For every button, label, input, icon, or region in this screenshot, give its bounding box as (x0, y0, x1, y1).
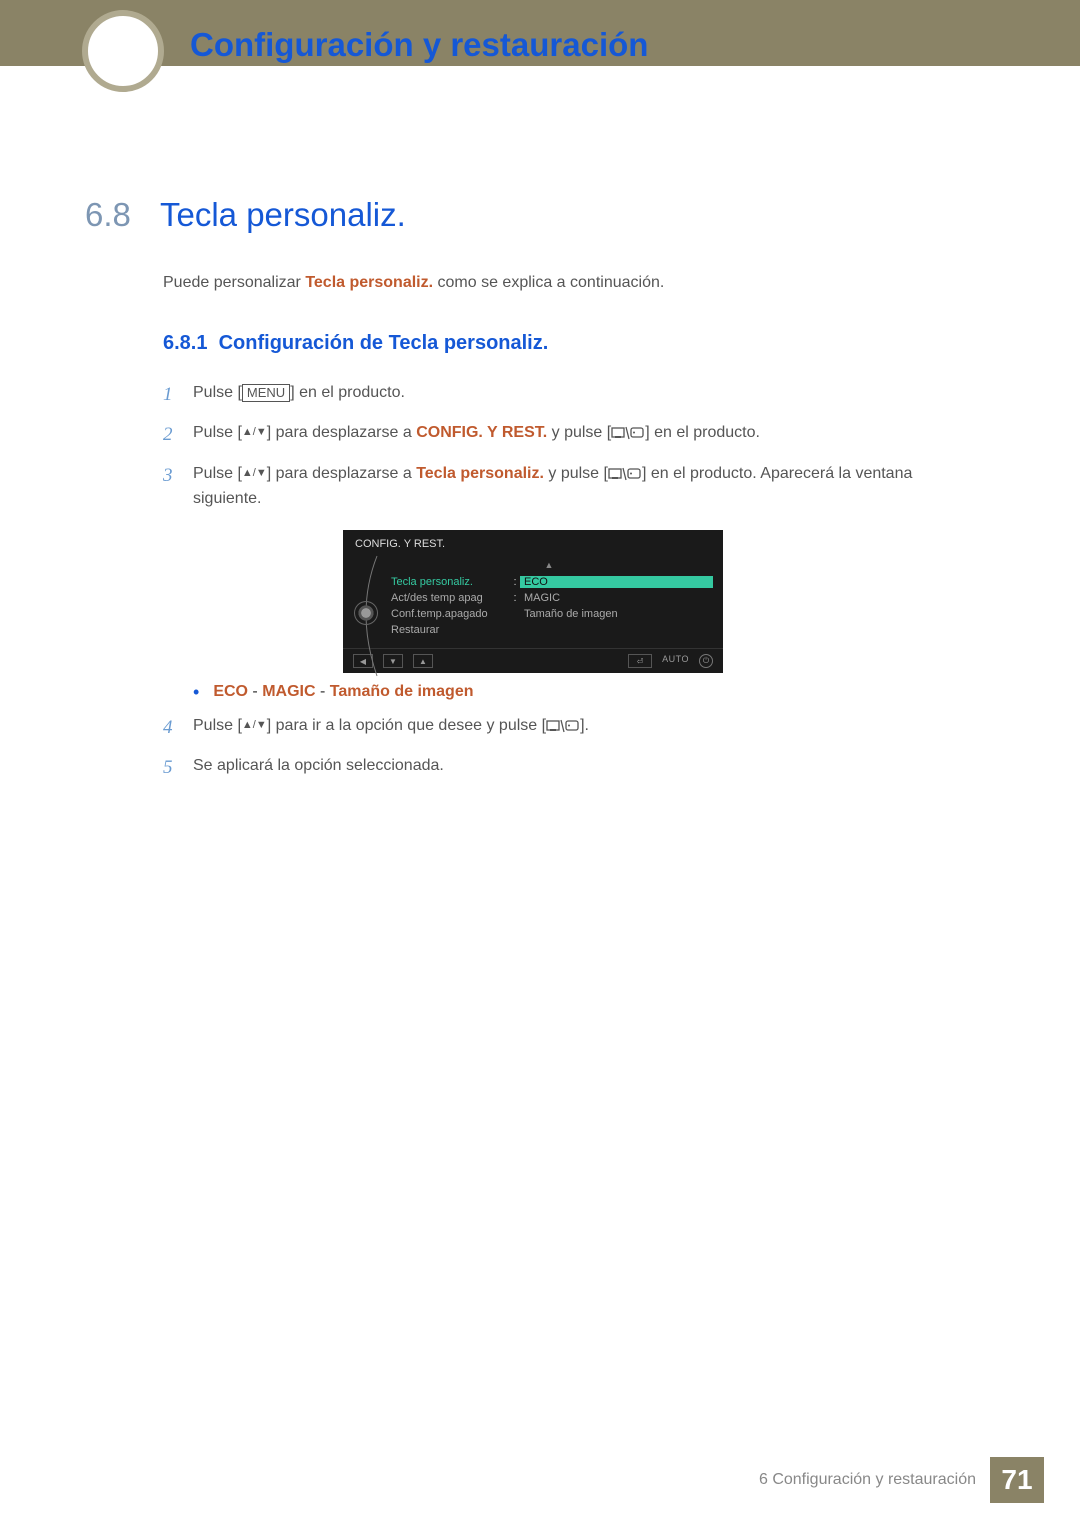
osd-row: Restaurar (385, 622, 713, 638)
step-number: 2 (163, 420, 193, 450)
text: ] para ir a la opción que desee y pulse … (267, 717, 546, 734)
option: ECO (213, 683, 248, 700)
bold-term: Tecla personaliz. (416, 465, 544, 482)
text: y pulse [ (544, 465, 608, 482)
step-1: 1 Pulse [MENU] en el producto. (163, 380, 985, 410)
step-text: Pulse [MENU] en el producto. (193, 380, 985, 406)
text: Pulse [ (193, 465, 242, 482)
up-down-arrow-icon: ▲/▼ (242, 424, 267, 442)
step-text: Pulse [▲/▼] para desplazarse a CONFIG. Y… (193, 420, 985, 446)
step-3: 3 Pulse [▲/▼] para desplazarse a Tecla p… (163, 461, 985, 512)
up-icon: ▲ (413, 654, 433, 668)
option: Tamaño de imagen (330, 683, 474, 700)
step-2: 2 Pulse [▲/▼] para desplazarse a CONFIG.… (163, 420, 985, 450)
menu-button-icon: MENU (242, 384, 290, 402)
osd-value-highlight: ECO (520, 576, 713, 588)
osd-label: Restaurar (385, 624, 510, 636)
step-number: 5 (163, 753, 193, 783)
step-5: 5 Se aplicará la opción seleccionada. (163, 753, 985, 783)
osd-value: Tamaño de imagen (520, 608, 713, 620)
colon: : (510, 592, 520, 604)
chapter-badge (82, 10, 164, 92)
text: Pulse [ (193, 717, 242, 734)
source-enter-icon (608, 461, 642, 487)
up-down-arrow-icon: ▲/▼ (242, 717, 267, 735)
osd-title: CONFIG. Y REST. (343, 536, 723, 558)
osd-label: Conf.temp.apagado (385, 608, 510, 620)
step-number: 1 (163, 380, 193, 410)
step-text: Pulse [▲/▼] para ir a la opción que dese… (193, 713, 985, 739)
chapter-title: Configuración y restauración (190, 26, 648, 64)
step-text: Pulse [▲/▼] para desplazarse a Tecla per… (193, 461, 985, 512)
footer: 6 Configuración y restauración 71 (759, 1457, 1044, 1503)
bullet-icon: • (193, 683, 199, 701)
subsection-number: 6.8.1 (163, 332, 207, 354)
sep: - (316, 683, 330, 700)
osd-body: ▲ Tecla personaliz. : ECO Act/des temp a… (343, 558, 723, 648)
footer-chapter-text: 6 Configuración y restauración (759, 1471, 976, 1489)
option: MAGIC (262, 683, 315, 700)
colon: : (510, 576, 520, 588)
osd-value: MAGIC (520, 592, 713, 604)
section-number: 6.8 (85, 196, 160, 234)
auto-label: AUTO (662, 654, 689, 668)
step-number: 3 (163, 461, 193, 491)
text: ] en el producto. (645, 424, 760, 441)
source-enter-icon (546, 713, 580, 739)
osd-menu: ▲ Tecla personaliz. : ECO Act/des temp a… (385, 558, 713, 638)
section-title: Tecla personaliz. (160, 196, 406, 234)
intro-prefix: Puede personalizar (163, 274, 305, 291)
osd-nav-right: ⏎ AUTO ⏻ (628, 654, 713, 668)
step-number: 4 (163, 713, 193, 743)
text: ] para desplazarse a (267, 424, 416, 441)
intro-suffix: como se explica a continuación. (433, 274, 664, 291)
osd-row-selected: Tecla personaliz. : ECO (385, 574, 713, 590)
up-arrow-icon: ▲ (385, 560, 713, 570)
up-down-arrow-icon: ▲/▼ (242, 465, 267, 483)
options-bullet: • ECO - MAGIC - Tamaño de imagen (193, 683, 985, 701)
subsection-title: Configuración de Tecla personaliz. (219, 332, 549, 354)
osd-row: Act/des temp apag : MAGIC (385, 590, 713, 606)
options-text: ECO - MAGIC - Tamaño de imagen (213, 683, 473, 701)
subsection-heading: 6.8.1 Configuración de Tecla personaliz. (163, 332, 985, 355)
bold-term: CONFIG. Y REST. (416, 424, 547, 441)
intro-bold: Tecla personaliz. (305, 274, 433, 291)
sep: - (248, 683, 262, 700)
page-content: 6.8 Tecla personaliz. Puede personalizar… (0, 66, 1080, 784)
step-4: 4 Pulse [▲/▼] para ir a la opción que de… (163, 713, 985, 743)
header-bar: Configuración y restauración (0, 0, 1080, 66)
power-icon: ⏻ (699, 654, 713, 668)
text: ]. (580, 717, 589, 734)
text: ] en el producto. (290, 384, 405, 401)
section-heading: 6.8 Tecla personaliz. (85, 196, 985, 234)
osd-label: Act/des temp apag (385, 592, 510, 604)
step-text: Se aplicará la opción seleccionada. (193, 753, 985, 779)
osd-row: Conf.temp.apagado Tamaño de imagen (385, 606, 713, 622)
osd-nav-bar: ◀ ▼ ▲ ⏎ AUTO ⏻ (343, 648, 723, 673)
text: y pulse [ (547, 424, 611, 441)
text: Pulse [ (193, 384, 242, 401)
osd-arc (353, 558, 385, 638)
intro-paragraph: Puede personalizar Tecla personaliz. com… (163, 274, 985, 292)
steps-list: 1 Pulse [MENU] en el producto. 2 Pulse [… (163, 380, 985, 784)
page-number: 71 (990, 1457, 1044, 1503)
source-enter-icon (611, 420, 645, 446)
text: Pulse [ (193, 424, 242, 441)
text: ] para desplazarse a (267, 465, 416, 482)
gear-icon (355, 602, 377, 624)
enter-icon: ⏎ (628, 654, 652, 668)
osd-label: Tecla personaliz. (385, 576, 510, 588)
osd-screenshot: CONFIG. Y REST. ▲ Tecla personaliz. : EC… (343, 530, 723, 673)
